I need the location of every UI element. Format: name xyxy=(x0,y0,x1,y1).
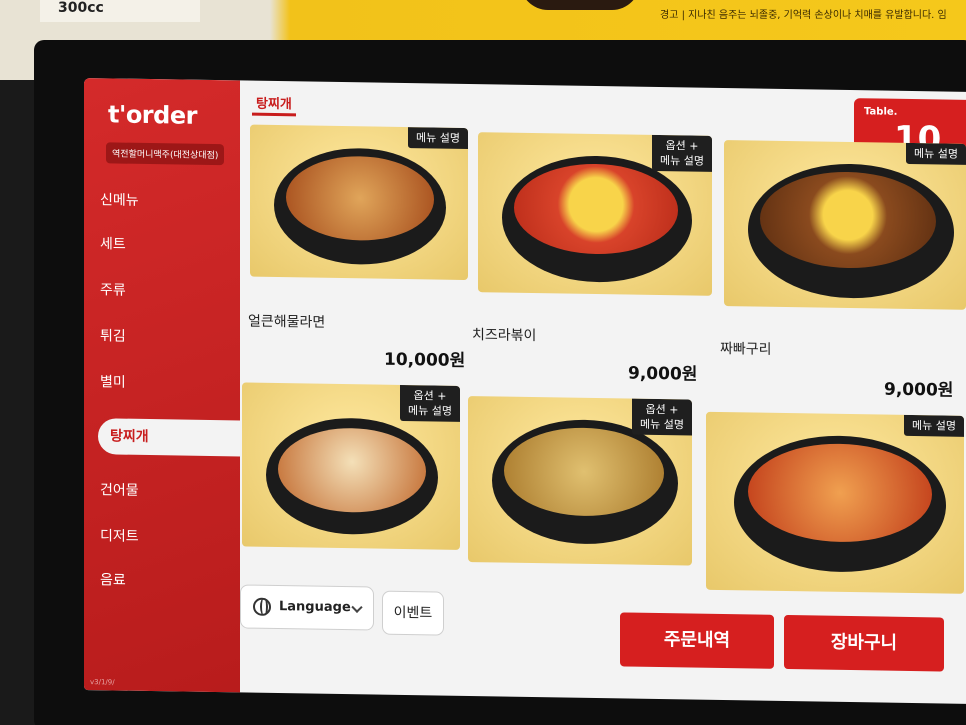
doenjang-stew-image: 옵션 + 메뉴 설명 xyxy=(468,396,692,566)
cheese-rabokki-image: 옵션 + 메뉴 설명 xyxy=(478,132,712,296)
version-label: v3/1/9/ xyxy=(90,678,115,687)
sidebar-item-liquor[interactable]: 주류 xyxy=(100,272,250,310)
sidebar-item-dessert[interactable]: 디저트 xyxy=(100,518,250,556)
poster-bowl-image xyxy=(520,0,640,10)
poster-tag: 300cc xyxy=(40,0,200,22)
sidebar-item-dried-snacks[interactable]: 건어물 xyxy=(100,472,250,510)
menu-price: 10,000원 xyxy=(384,349,466,371)
seafood-ramen-image: 메뉴 설명 xyxy=(250,124,468,281)
menu-price: 9,000원 xyxy=(628,363,698,385)
options-description-tag[interactable]: 옵션 + 메뉴 설명 xyxy=(400,384,460,422)
poster-warning: 경고 | 지나친 음주는 뇌졸중, 기억력 손상이나 치매를 유발합니다. 임 xyxy=(660,10,947,21)
sidebar-item-new[interactable]: 신메뉴 xyxy=(100,182,250,220)
sidebar-item-drinks[interactable]: 음료 xyxy=(100,562,250,600)
photo-scene: 300cc 경고 | 지나친 음주는 뇌졸중, 기억력 손상이나 치매를 유발합… xyxy=(0,0,966,725)
cart-button[interactable]: 장바구니 xyxy=(784,614,944,672)
category-underline xyxy=(252,112,296,117)
menu-name: 짜빠구리 xyxy=(720,340,772,358)
cutlet-udon-image: 옵션 + 메뉴 설명 xyxy=(242,382,460,550)
language-button[interactable]: Language xyxy=(240,584,374,631)
menu-price: 9,000원 xyxy=(884,379,954,401)
brand-logo: t'order xyxy=(108,100,197,130)
store-name: 역전할머니맥주(대전상대점) xyxy=(106,142,225,166)
order-history-button[interactable]: 주문내역 xyxy=(620,612,774,669)
jjapaguri-image: 메뉴 설명 xyxy=(724,140,966,310)
sidebar-item-stew[interactable]: 탕찌개 xyxy=(98,418,248,457)
options-description-tag[interactable]: 옵션 + 메뉴 설명 xyxy=(632,398,692,436)
globe-icon xyxy=(253,597,271,616)
options-description-tag[interactable]: 옵션 + 메뉴 설명 xyxy=(652,134,712,172)
menu-description-tag[interactable]: 메뉴 설명 xyxy=(906,142,966,165)
sidebar-item-special[interactable]: 별미 xyxy=(100,364,250,402)
table-label: Table. xyxy=(864,106,898,118)
menu-description-tag[interactable]: 메뉴 설명 xyxy=(408,127,468,150)
sidebar-item-fried[interactable]: 튀김 xyxy=(100,318,250,356)
sidebar: t'order 역전할머니맥주(대전상대점) 신메뉴 세트 주류 튀김 별미 탕… xyxy=(84,78,248,693)
menu-name: 얼큰해물라면 xyxy=(248,313,326,331)
menu-name: 치즈라볶이 xyxy=(472,327,537,345)
category-title: 탕찌개 xyxy=(256,96,292,113)
kimchi-stew-image: 메뉴 설명 xyxy=(706,411,964,594)
sidebar-item-set[interactable]: 세트 xyxy=(100,226,250,264)
language-label: Language xyxy=(279,599,351,616)
event-button[interactable]: 이벤트 xyxy=(382,590,444,636)
kiosk-screen: t'order 역전할머니맥주(대전상대점) 신메뉴 세트 주류 튀김 별미 탕… xyxy=(84,78,966,704)
menu-description-tag[interactable]: 메뉴 설명 xyxy=(904,414,964,437)
chevron-down-icon xyxy=(351,601,363,613)
